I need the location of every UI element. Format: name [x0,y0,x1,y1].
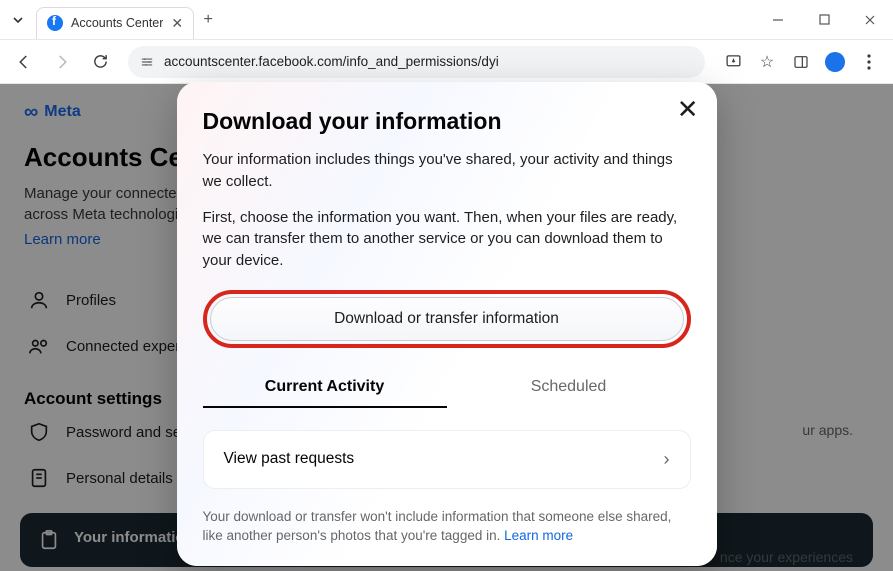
new-tab-button[interactable]: + [194,11,222,29]
browser-toolbar: accountscenter.facebook.com/info_and_per… [0,40,893,84]
download-info-modal: ✕ Download your information Your informa… [177,82,717,566]
profile-avatar[interactable] [819,46,851,78]
cta-highlight: Download or transfer information [203,290,691,348]
sidepanel-icon[interactable] [785,46,817,78]
kebab-menu-icon[interactable] [853,46,885,78]
row-label: View past requests [224,450,355,468]
modal-paragraph: Your information includes things you've … [203,149,691,193]
disclaimer-learn-more-link[interactable]: Learn more [504,528,573,543]
maximize-button[interactable] [801,0,847,40]
tab-current-activity[interactable]: Current Activity [203,368,447,408]
minimize-button[interactable] [755,0,801,40]
close-window-button[interactable] [847,0,893,40]
address-bar[interactable]: accountscenter.facebook.com/info_and_per… [128,46,705,78]
download-transfer-button[interactable]: Download or transfer information [210,297,684,341]
install-app-icon[interactable] [717,46,749,78]
close-modal-button[interactable]: ✕ [677,96,699,122]
modal-paragraph: First, choose the information you want. … [203,207,691,272]
tab-title: Accounts Center [71,16,163,30]
modal-title: Download your information [203,108,691,135]
url-text: accountscenter.facebook.com/info_and_per… [164,54,499,69]
disclaimer-text: Your download or transfer won't include … [203,509,672,544]
bookmark-icon[interactable]: ☆ [751,46,783,78]
tab-scheduled[interactable]: Scheduled [447,368,691,408]
close-icon[interactable]: ✕ [171,16,183,30]
window-titlebar: Accounts Center ✕ + [0,0,893,40]
facebook-favicon [47,15,63,31]
site-settings-icon[interactable] [140,55,154,69]
chevron-right-icon: › [664,449,670,470]
window-controls [755,0,893,40]
tab-list-dropdown[interactable] [0,14,36,26]
browser-tab[interactable]: Accounts Center ✕ [36,7,194,39]
back-button[interactable] [8,46,40,78]
view-past-requests-row[interactable]: View past requests › [203,430,691,489]
modal-tabs: Current Activity Scheduled [203,368,691,408]
modal-disclaimer: Your download or transfer won't include … [203,507,691,546]
forward-button[interactable] [46,46,78,78]
reload-button[interactable] [84,46,116,78]
